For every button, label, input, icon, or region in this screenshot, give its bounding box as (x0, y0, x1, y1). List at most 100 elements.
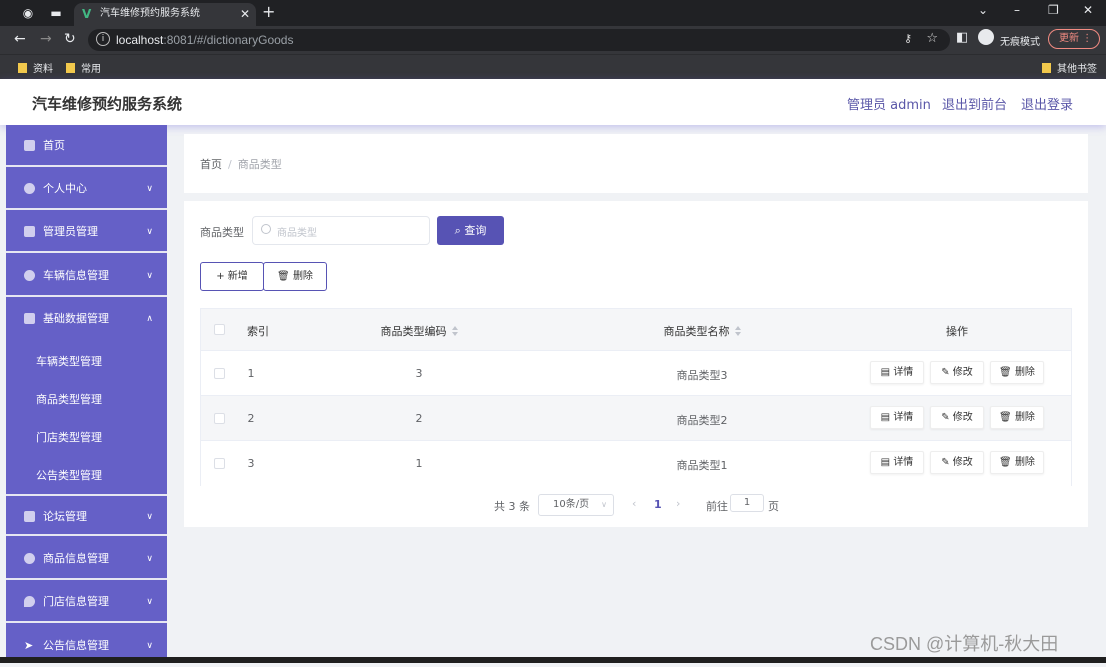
bookmark-folder-1[interactable]: 资料 (18, 60, 53, 75)
add-button[interactable]: + 新增 (200, 262, 264, 291)
sort-icon[interactable] (734, 326, 741, 336)
bookmark-label: 资料 (33, 64, 53, 75)
cell-name: 商品类型2 (676, 414, 728, 427)
search-placeholder: 商品类型 (277, 228, 317, 239)
sort-icon[interactable] (451, 326, 458, 336)
prev-page-icon[interactable]: ‹ (632, 497, 636, 510)
delete-button[interactable]: 🗑 删除 (990, 361, 1044, 384)
folder-icon (66, 63, 75, 73)
pencil-icon: ✎ (941, 367, 950, 378)
sidebar-item-label: 管理员管理 (43, 225, 98, 238)
trash-icon: 🗑 (999, 367, 1012, 378)
detail-button[interactable]: ▤ 详情 (870, 406, 924, 429)
search-icon: ⌕ (454, 224, 461, 237)
table-row: 3 1 商品类型1 ▤ 详情 ✎ 修改 🗑 删除 (201, 441, 1071, 486)
sidebar-item-admin[interactable]: 管理员管理 ∨ (6, 211, 167, 253)
browser-toolbar: ← → ↻ i localhost:8081/#/dictionaryGoods… (0, 26, 1106, 54)
sidebar-item-basedata[interactable]: 基础数据管理 ∧ (6, 298, 167, 340)
bookmark-folder-2[interactable]: 常用 (66, 60, 101, 75)
minimize-icon[interactable]: – (1014, 3, 1020, 17)
detail-button[interactable]: ▤ 详情 (870, 451, 924, 474)
site-info-icon[interactable]: i (96, 32, 110, 46)
page-size-select[interactable]: 10条/页 ∨ (538, 494, 614, 516)
breadcrumb-separator: / (228, 158, 232, 171)
edit-button[interactable]: ✎ 修改 (930, 406, 984, 429)
sidebar-panel-icon[interactable]: ◧ (956, 30, 968, 45)
bookmark-label: 常用 (81, 64, 101, 75)
header-index: 索引 (247, 325, 269, 338)
profile-icon[interactable]: ◉ (20, 5, 36, 21)
cell-index: 1 (247, 367, 255, 380)
sidebar-item-home[interactable]: 首页 (6, 125, 167, 167)
page-number-current[interactable]: 1 (654, 498, 662, 511)
next-page-icon[interactable]: › (676, 497, 680, 510)
incognito-label: 无痕模式 (1000, 37, 1040, 48)
submenu-vehicle-type[interactable]: 车辆类型管理 (36, 353, 102, 369)
breadcrumb-home[interactable]: 首页 (200, 158, 222, 171)
admin-label[interactable]: 管理员 admin (847, 94, 931, 113)
logout-link[interactable]: 退出登录 (1021, 94, 1073, 113)
chevron-down-icon: ∨ (146, 597, 153, 607)
table-header: 索引 商品类型编码 商品类型名称 操作 (201, 309, 1071, 351)
delete-button[interactable]: 🗑 删除 (990, 406, 1044, 429)
update-button[interactable]: 更新 ⋮ (1048, 29, 1100, 49)
browser-tab-active[interactable]: V 汽车维修预约服务系统 ✕ (74, 3, 256, 26)
tab-switcher-icon[interactable]: ▬ (48, 5, 64, 21)
key-icon[interactable]: ⚷ (904, 32, 912, 45)
bookmark-star-icon[interactable]: ☆ (926, 31, 938, 46)
to-front-link[interactable]: 退出到前台 (942, 94, 1007, 113)
header-code[interactable]: 商品类型编码 (277, 323, 561, 339)
batch-delete-button[interactable]: 🗑 删除 (263, 262, 327, 291)
chevron-down-icon: ∨ (146, 184, 153, 194)
search-label: 商品类型 (200, 226, 244, 239)
new-tab-button[interactable]: + (262, 2, 275, 21)
delete-button[interactable]: 🗑 删除 (990, 451, 1044, 474)
chevron-down-icon[interactable]: ⌄ (978, 3, 988, 17)
sidebar-item-goods[interactable]: 商品信息管理 ∨ (6, 538, 167, 580)
submenu-store-type[interactable]: 门店类型管理 (36, 429, 102, 445)
reload-icon[interactable]: ↻ (64, 31, 76, 47)
home-icon (24, 140, 35, 151)
close-tab-icon[interactable]: ✕ (240, 3, 250, 25)
goto-label: 前往 (706, 500, 728, 513)
search-icon (261, 224, 271, 234)
header-name-label: 商品类型名称 (663, 325, 730, 338)
header-ops: 操作 (946, 325, 968, 338)
header-name[interactable]: 商品类型名称 (561, 323, 843, 339)
sidebar-item-label: 论坛管理 (43, 510, 87, 523)
submenu-notice-type[interactable]: 公告类型管理 (36, 467, 102, 483)
watermark: CSDN @计算机-秋大田 (870, 634, 1059, 654)
row-checkbox[interactable] (214, 368, 225, 379)
other-bookmarks[interactable]: 其他书签 (1042, 60, 1097, 75)
sidebar-item-store[interactable]: 门店信息管理 ∨ (6, 581, 167, 623)
row-checkbox[interactable] (214, 458, 225, 469)
detail-button[interactable]: ▤ 详情 (870, 361, 924, 384)
edit-button[interactable]: ✎ 修改 (930, 451, 984, 474)
address-bar[interactable]: i localhost:8081/#/dictionaryGoods ⚷ ☆ (88, 29, 950, 51)
trash-icon: 🗑 (999, 412, 1012, 423)
forward-icon[interactable]: → (40, 31, 52, 47)
query-button[interactable]: ⌕ 查询 (437, 216, 504, 245)
sidebar-item-profile[interactable]: 个人中心 ∨ (6, 168, 167, 210)
close-window-icon[interactable]: ✕ (1083, 3, 1093, 17)
search-input[interactable]: 商品类型 (252, 216, 430, 245)
sidebar-item-forum[interactable]: 论坛管理 ∨ (6, 494, 167, 536)
back-icon[interactable]: ← (14, 31, 26, 47)
main-content: 首页 / 商品类型 商品类型 商品类型 ⌕ 查询 + 新增 🗑 删除 索引 商品类型… (167, 125, 1106, 663)
car-icon (24, 270, 35, 281)
bookmarks-bar: 资料 常用 其他书签 (0, 54, 1106, 79)
select-all-checkbox[interactable] (214, 324, 225, 335)
grid-icon (24, 511, 35, 522)
pencil-icon: ✎ (941, 412, 950, 423)
detail-label: 详情 (893, 412, 914, 423)
edit-button[interactable]: ✎ 修改 (930, 361, 984, 384)
sidebar-item-vehicle[interactable]: 车辆信息管理 ∨ (6, 255, 167, 297)
goto-page-input[interactable]: 1 (730, 494, 764, 512)
submenu-goods-type[interactable]: 商品类型管理 (36, 391, 102, 407)
update-label: 更新 (1059, 33, 1079, 44)
chevron-up-icon: ∧ (146, 314, 153, 324)
sidebar-item-label: 个人中心 (43, 182, 87, 195)
edit-label: 修改 (952, 367, 973, 378)
restore-icon[interactable]: ❐ (1048, 3, 1059, 17)
row-checkbox[interactable] (214, 413, 225, 424)
